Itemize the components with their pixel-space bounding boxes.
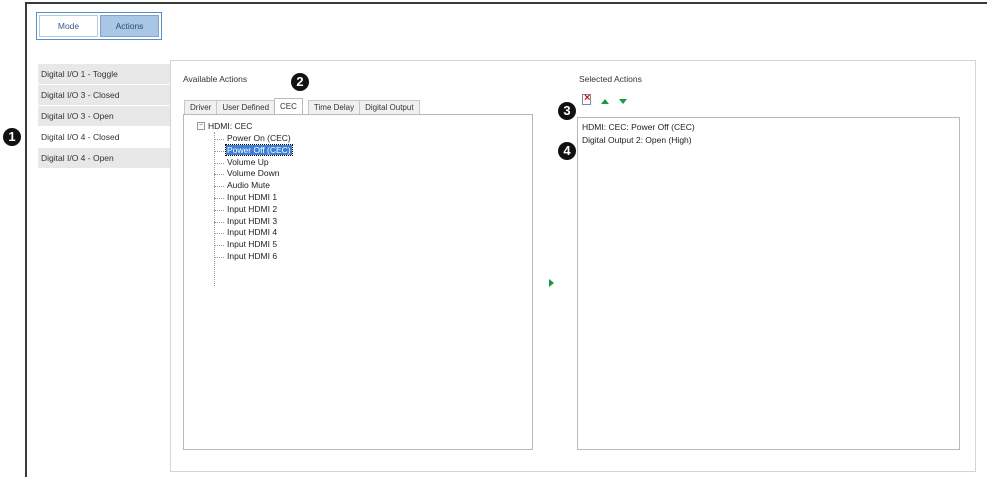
trigger-item-selected[interactable]: Digital I/O 4 - Closed — [38, 127, 170, 148]
tree-item-selected[interactable]: Power Off (CEC) — [214, 143, 293, 157]
tree-item-label: Volume Up — [227, 156, 269, 167]
tree-item-label: Audio Mute — [227, 180, 270, 191]
tree-item[interactable]: Input HDMI 4 — [214, 227, 292, 239]
tab-driver[interactable]: Driver — [184, 100, 218, 114]
tree-item-label: Volume Down — [227, 168, 280, 179]
tree-item[interactable]: Power On (CEC) — [214, 133, 292, 145]
tree-item[interactable]: Input HDMI 3 — [214, 216, 292, 228]
tab-time-delay[interactable]: Time Delay — [307, 100, 361, 114]
selected-action-item[interactable]: HDMI: CEC: Power Off (CEC) — [582, 122, 695, 132]
tree-item-label: Power On (CEC) — [227, 133, 291, 143]
actions-button[interactable]: Actions — [100, 15, 159, 37]
tree-item-label: Input HDMI 1 — [227, 191, 278, 202]
tree-item[interactable]: Input HDMI 6 — [214, 251, 292, 263]
tab-digital-output[interactable]: Digital Output — [359, 100, 420, 114]
tree-item[interactable]: Volume Down — [214, 168, 292, 180]
tree-item[interactable]: Input HDMI 1 — [214, 192, 292, 204]
tab-user-defined[interactable]: User Defined — [216, 100, 276, 114]
move-up-icon[interactable] — [601, 98, 609, 104]
tree-item-label: Power Off (CEC) — [225, 143, 293, 156]
collapse-icon[interactable]: − — [197, 122, 205, 130]
mode-button[interactable]: Mode — [39, 15, 98, 37]
tree-node-hdmi-cec[interactable]: − HDMI: CEC — [197, 121, 252, 131]
tree-item-label: Input HDMI 2 — [227, 203, 278, 214]
tree-item-label: Input HDMI 3 — [227, 215, 278, 226]
selected-actions-list — [577, 117, 960, 450]
tree-item-label: Input HDMI 5 — [227, 239, 278, 250]
tree-item-label: Input HDMI 4 — [227, 227, 278, 238]
callout-2: 2 — [291, 73, 309, 91]
add-arrow-icon[interactable] — [549, 279, 554, 287]
trigger-item[interactable]: Digital I/O 1 - Toggle — [38, 64, 170, 85]
callout-4: 4 — [558, 142, 576, 160]
callout-3: 3 — [558, 102, 576, 120]
delete-icon[interactable] — [582, 92, 591, 105]
trigger-list: Digital I/O 1 - Toggle Digital I/O 3 - C… — [38, 64, 170, 169]
tree-node-label: HDMI: CEC — [208, 121, 253, 131]
callout-1: 1 — [3, 128, 21, 146]
tree-item[interactable]: Input HDMI 2 — [214, 204, 292, 216]
mode-toggle: Mode Actions — [36, 12, 162, 40]
move-down-icon[interactable] — [619, 98, 627, 104]
trigger-item[interactable]: Digital I/O 3 - Closed — [38, 85, 170, 106]
tree-item[interactable]: Input HDMI 5 — [214, 239, 292, 251]
tree-item[interactable]: Volume Up — [214, 157, 292, 169]
tree-children: Power On (CEC) Power Off (CEC) Volume Up… — [214, 133, 293, 263]
trigger-item[interactable]: Digital I/O 3 - Open — [38, 106, 170, 127]
tab-cec[interactable]: CEC — [274, 98, 303, 114]
selected-actions-toolbar — [582, 92, 627, 105]
available-actions-label: Available Actions — [183, 74, 248, 84]
selected-action-item[interactable]: Digital Output 2: Open (High) — [582, 135, 692, 145]
tree-item-label: Input HDMI 6 — [227, 250, 278, 261]
tree-item[interactable]: Audio Mute — [214, 180, 292, 192]
selected-actions-label: Selected Actions — [579, 74, 642, 84]
trigger-item[interactable]: Digital I/O 4 - Open — [38, 148, 170, 169]
action-tabs: Driver User Defined CEC Time Delay Digit… — [184, 98, 420, 114]
